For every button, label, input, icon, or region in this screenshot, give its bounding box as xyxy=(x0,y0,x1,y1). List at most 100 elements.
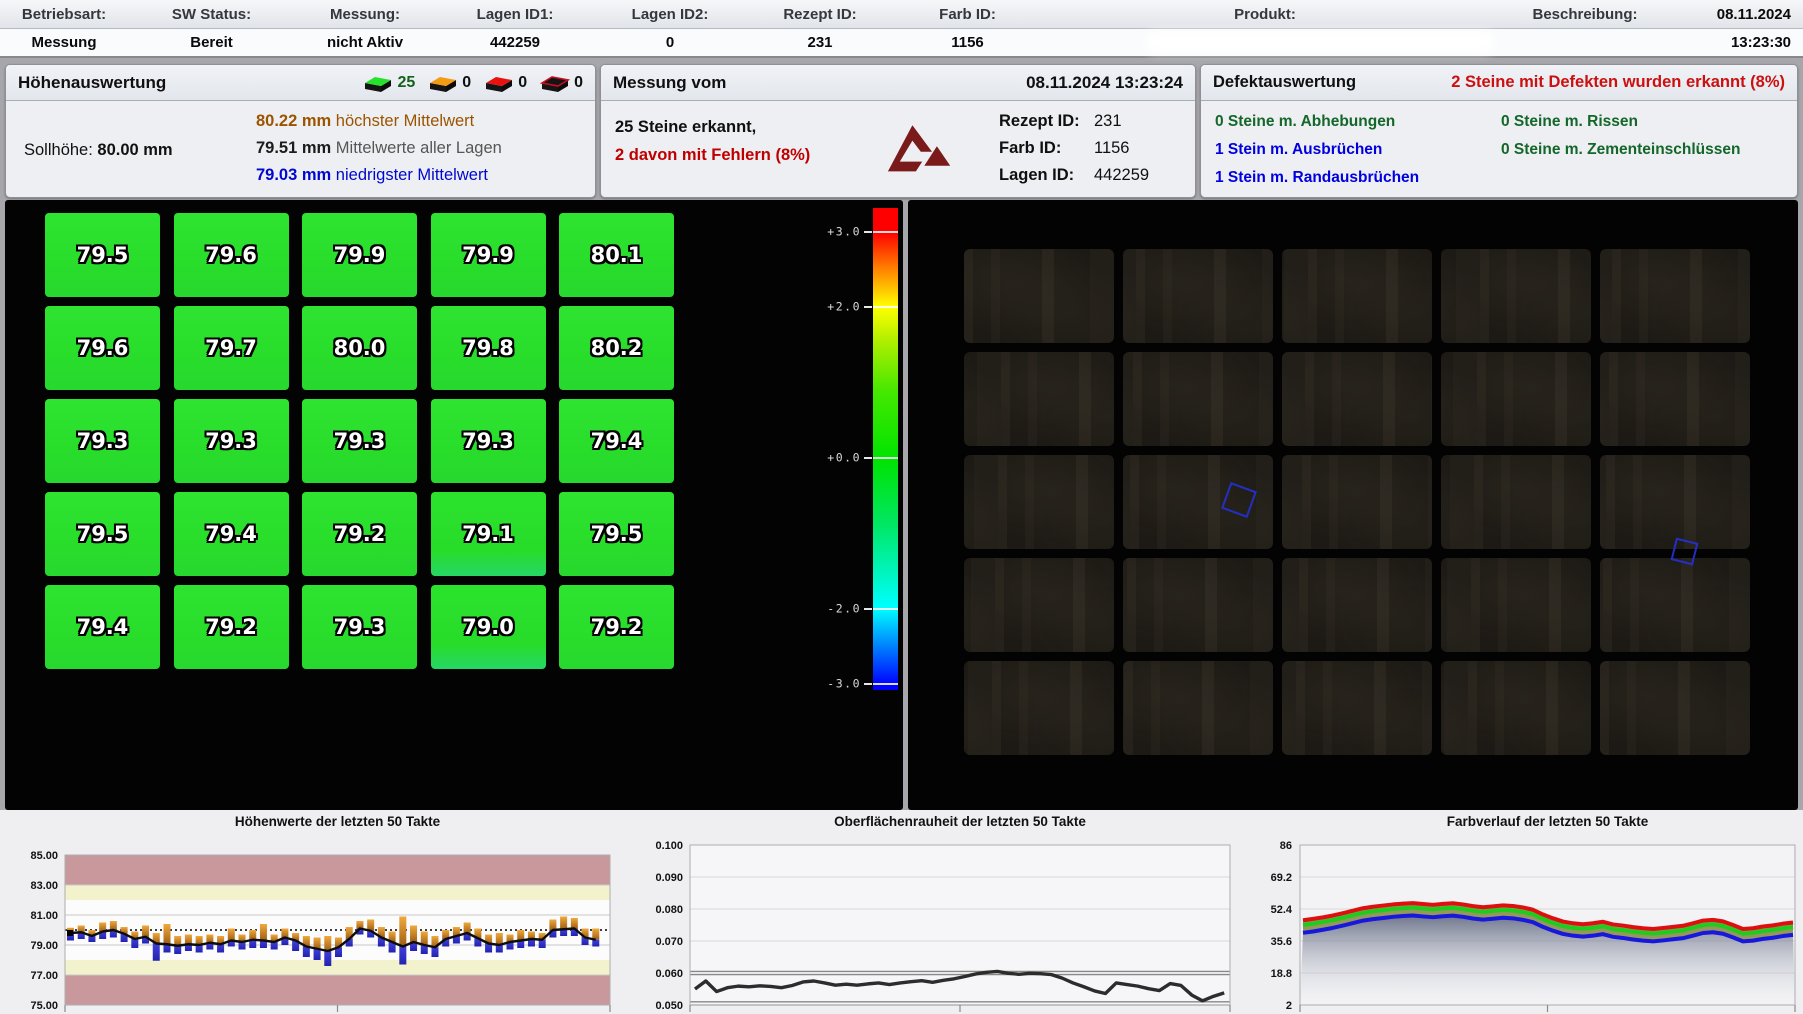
color-scale-tick-label: -2.0 xyxy=(827,601,861,615)
id-value: 442259 xyxy=(1094,166,1149,184)
heatmap-stone-value: 79.0 xyxy=(462,615,514,639)
defect-list-left: 0 Steine m. Abhebungen1 Stein m. Ausbrüc… xyxy=(1215,108,1419,192)
heatmap-stone-value: 79.4 xyxy=(205,522,257,546)
heatmap-stone-value: 79.5 xyxy=(77,522,129,546)
target-height-value: 80.00 mm xyxy=(97,141,172,159)
heatmap-stone: 79.4 xyxy=(559,399,674,483)
heatmap-stone: 79.5 xyxy=(559,492,674,576)
statusbar-value-1: Bereit xyxy=(128,29,295,56)
defect-evaluation-panel: Defektauswertung 2 Steine mit Defekten w… xyxy=(1200,64,1798,198)
heatmap-stone: 80.0 xyxy=(302,306,417,390)
statusbar-value-4: 0 xyxy=(595,29,745,56)
heatmap-stone: 79.5 xyxy=(45,492,160,576)
height-stat-line-0: 80.22 mm höchster Mittelwert xyxy=(256,108,502,135)
svg-text:52.4: 52.4 xyxy=(1271,904,1293,916)
target-height-label: Sollhöhe: xyxy=(24,141,97,159)
defect-list-right: 0 Steine m. Rissen0 Steine m. Zementeins… xyxy=(1501,108,1740,164)
camera-stone xyxy=(1441,558,1591,652)
heatmap-stone: 79.4 xyxy=(174,492,289,576)
statusbar-label-2: Messung: xyxy=(295,0,435,28)
heatmap-stone: 79.2 xyxy=(559,585,674,669)
height-map-panel: 79.579.679.979.980.179.679.780.079.880.2… xyxy=(5,200,903,810)
defect-count-item: 0 Steine m. Zementeinschlüssen xyxy=(1501,136,1740,164)
camera-stone xyxy=(1441,455,1591,549)
defect-count-item: 1 Stein m. Randausbrüchen xyxy=(1215,164,1419,192)
heatmap-stone: 79.3 xyxy=(174,399,289,483)
svg-text:Farbverlauf der letzten 50 Tak: Farbverlauf der letzten 50 Takte xyxy=(1447,814,1649,829)
heatmap-stone-value: 80.1 xyxy=(591,243,643,267)
svg-text:83.00: 83.00 xyxy=(30,880,58,892)
defect-alert-text: 2 Steine mit Defekten wurden erkannt (8%… xyxy=(1451,73,1785,92)
svg-text:86: 86 xyxy=(1280,840,1292,852)
brick-count: 0 xyxy=(574,74,583,92)
measurement-header: Messung vom 08.11.2024 13:23:24 xyxy=(601,65,1195,101)
statusbar-label-3: Lagen ID1: xyxy=(435,0,595,28)
svg-text:0.100: 0.100 xyxy=(655,840,683,852)
height-stat-line-2: 79.03 mm niedrigster Mittelwert xyxy=(256,162,502,189)
heatmap-stone-value: 79.1 xyxy=(462,522,514,546)
heatmap-stone: 79.3 xyxy=(45,399,160,483)
camera-stone xyxy=(1123,249,1273,343)
id-label: Farb ID: xyxy=(999,135,1094,162)
measurement-panel: Messung vom 08.11.2024 13:23:24 25 Stein… xyxy=(600,64,1196,198)
statusbar-label-8: Beschreibung: xyxy=(1490,0,1680,28)
measurement-id-line-1: Farb ID:1156 xyxy=(999,135,1149,162)
heatmap-stone-value: 79.9 xyxy=(462,243,514,267)
height-evaluation-body: Sollhöhe: 80.00 mm 80.22 mm höchster Mit… xyxy=(6,101,595,197)
status-bar-labels: Betriebsart:SW Status:Messung:Lagen ID1:… xyxy=(0,0,1803,29)
color-scale-tick xyxy=(873,608,898,610)
height-stat-value: 80.22 mm xyxy=(256,112,331,130)
height-statistics: 80.22 mm höchster Mittelwert79.51 mm Mit… xyxy=(256,108,502,189)
camera-stone xyxy=(1441,352,1591,446)
id-label: Lagen ID: xyxy=(999,162,1094,189)
svg-text:79.00: 79.00 xyxy=(30,940,58,952)
heatmap-stone: 79.6 xyxy=(45,306,160,390)
height-stat-line-1: 79.51 mm Mittelwerte aller Lagen xyxy=(256,135,502,162)
svg-text:77.00: 77.00 xyxy=(30,970,58,982)
heatmap-stone-value: 79.4 xyxy=(77,615,129,639)
color-scale-tick-label: +3.0 xyxy=(827,225,861,239)
camera-stone xyxy=(964,558,1114,652)
color-scale-tick xyxy=(873,683,898,685)
svg-text:0.060: 0.060 xyxy=(655,968,683,980)
camera-stone xyxy=(1123,352,1273,446)
heatmap-stone-value: 79.2 xyxy=(334,522,386,546)
height-evaluation-panel: Höhenauswertung 25000 Sollhöhe: 80.00 mm… xyxy=(5,64,596,198)
brick-red-icon xyxy=(484,73,514,93)
id-value: 231 xyxy=(1094,112,1122,130)
svg-text:2: 2 xyxy=(1286,1000,1292,1012)
color-scale-tick-label: +2.0 xyxy=(827,299,861,313)
statusbar-value-5: 231 xyxy=(745,29,895,56)
color-scale-tick-dash xyxy=(864,457,872,459)
heatmap-stone-value: 79.3 xyxy=(77,429,129,453)
heatmap-stone: 79.3 xyxy=(302,585,417,669)
brick-darkred-icon xyxy=(540,73,570,93)
camera-stone xyxy=(1600,352,1750,446)
heatmap-stone-value: 79.4 xyxy=(591,429,643,453)
id-label: Rezept ID: xyxy=(999,108,1094,135)
svg-text:Oberflächenrauheit der letzten: Oberflächenrauheit der letzten 50 Takte xyxy=(834,814,1086,829)
measurement-datetime: 08.11.2024 13:23:24 xyxy=(1026,73,1183,93)
brick-green-group: 25 xyxy=(363,73,415,93)
camera-stone xyxy=(1123,661,1273,755)
heatmap-stone: 79.4 xyxy=(45,585,160,669)
statusbar-label-6: Farb ID: xyxy=(895,0,1040,28)
measurement-title: Messung vom xyxy=(613,73,726,93)
svg-text:35.6: 35.6 xyxy=(1271,936,1292,948)
svg-text:81.00: 81.00 xyxy=(30,910,58,922)
statusbar-label-1: SW Status: xyxy=(128,0,295,28)
color-scale-bar xyxy=(873,208,898,690)
hmi-dashboard: { "topbar": { "columns": [ {"label": "Be… xyxy=(0,0,1803,1014)
brick-count: 0 xyxy=(462,74,471,92)
heatmap-stone-value: 79.3 xyxy=(462,429,514,453)
measurement-id-line-0: Rezept ID:231 xyxy=(999,108,1149,135)
statusbar-label-0: Betriebsart: xyxy=(0,0,128,28)
company-logo-icon xyxy=(883,115,953,183)
heatmap-stone-value: 79.2 xyxy=(591,615,643,639)
svg-text:85.00: 85.00 xyxy=(30,850,58,862)
color-scale-tick-dash xyxy=(864,608,872,610)
camera-stone xyxy=(964,352,1114,446)
color-scale-tick xyxy=(873,457,898,459)
heatmap-stone-value: 79.3 xyxy=(334,615,386,639)
heatmap-stone-value: 80.0 xyxy=(334,336,386,360)
